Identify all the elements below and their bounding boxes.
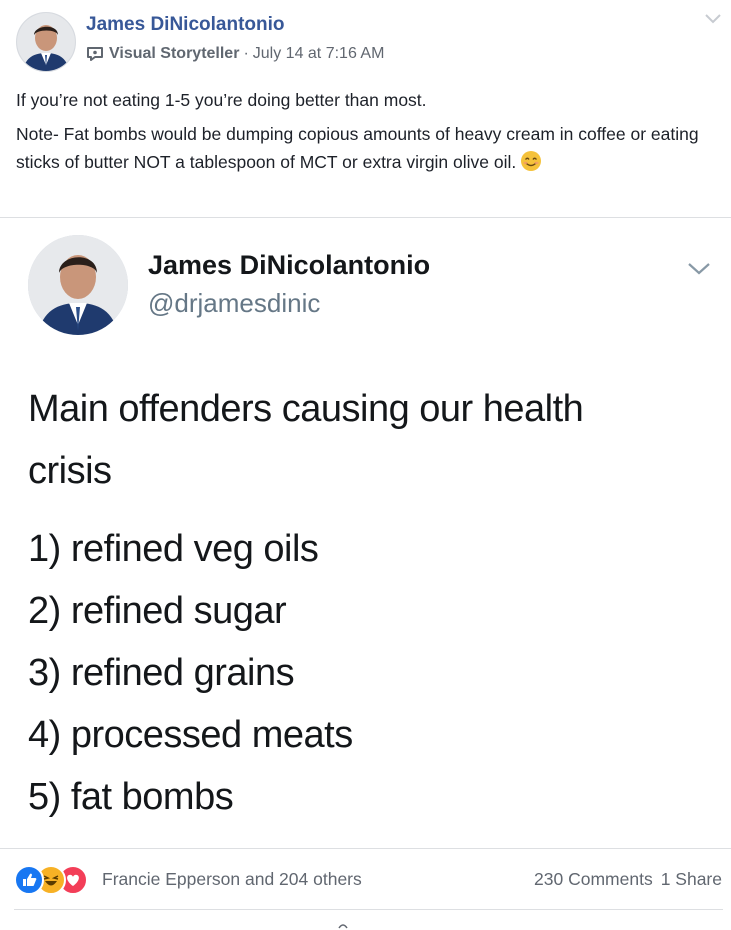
tweet-body: Main offenders causing our health crisis… [28, 378, 718, 828]
post-footer: Francie Epperson and 204 others 230 Comm… [0, 849, 731, 909]
comments-count[interactable]: 230 Comments [534, 869, 653, 889]
shares-count[interactable]: 1 Share [661, 869, 722, 889]
post-text-line1: If you’re not eating 1-5 you’re doing be… [16, 90, 427, 110]
cut-off-icon [338, 924, 348, 929]
post-options-chevron-icon[interactable] [703, 12, 723, 26]
visual-storyteller-badge-icon [87, 47, 103, 61]
author-name[interactable]: James DiNicolantonio [86, 14, 285, 36]
tweet-author-photo [28, 235, 128, 335]
badge-label[interactable]: Visual Storyteller [109, 45, 239, 63]
tweet-list-item: 3) refined grains [28, 652, 295, 694]
divider [14, 909, 723, 910]
reactions-summary[interactable] [14, 865, 88, 895]
tweet-list-item: 4) processed meats [28, 714, 353, 756]
tweet-list-item: 2) refined sugar [28, 590, 287, 632]
smiling-face-icon [521, 151, 542, 171]
author-photo [17, 13, 75, 71]
tweet-gap [28, 502, 718, 518]
post-timestamp[interactable]: July 14 at 7:16 AM [253, 45, 385, 63]
reactors-text[interactable]: Francie Epperson and 204 others [102, 869, 362, 890]
meta-separator: · [243, 45, 249, 62]
tweet-screenshot[interactable]: James DiNicolantonio @drjamesdinic Main … [0, 218, 731, 848]
tweet-author-name: James DiNicolantonio [148, 250, 431, 280]
tweet-handle: @drjamesdinic [148, 288, 321, 318]
tweet-avatar [28, 235, 128, 335]
post-text: If you’re not eating 1-5 you’re doing be… [16, 86, 706, 176]
tweet-chevron-icon [688, 263, 710, 275]
post-meta: Visual Storyteller · July 14 at 7:16 AM [86, 45, 384, 63]
tweet-text-line: crisis [28, 450, 112, 492]
post-text-line2: Note- Fat bombs would be dumping copious… [16, 124, 699, 172]
author-avatar[interactable] [16, 12, 76, 72]
tweet-list-item: 1) refined veg oils [28, 528, 319, 570]
post-text-para2: Note- Fat bombs would be dumping copious… [16, 120, 706, 176]
post-header: James DiNicolantonio Visual Storyteller … [0, 0, 731, 80]
tweet-list-item: 5) fat bombs [28, 776, 234, 818]
engagement-counts: 230 Comments 1 Share [534, 869, 722, 890]
tweet-text-line: Main offenders causing our health [28, 388, 584, 430]
like-icon [14, 865, 44, 895]
